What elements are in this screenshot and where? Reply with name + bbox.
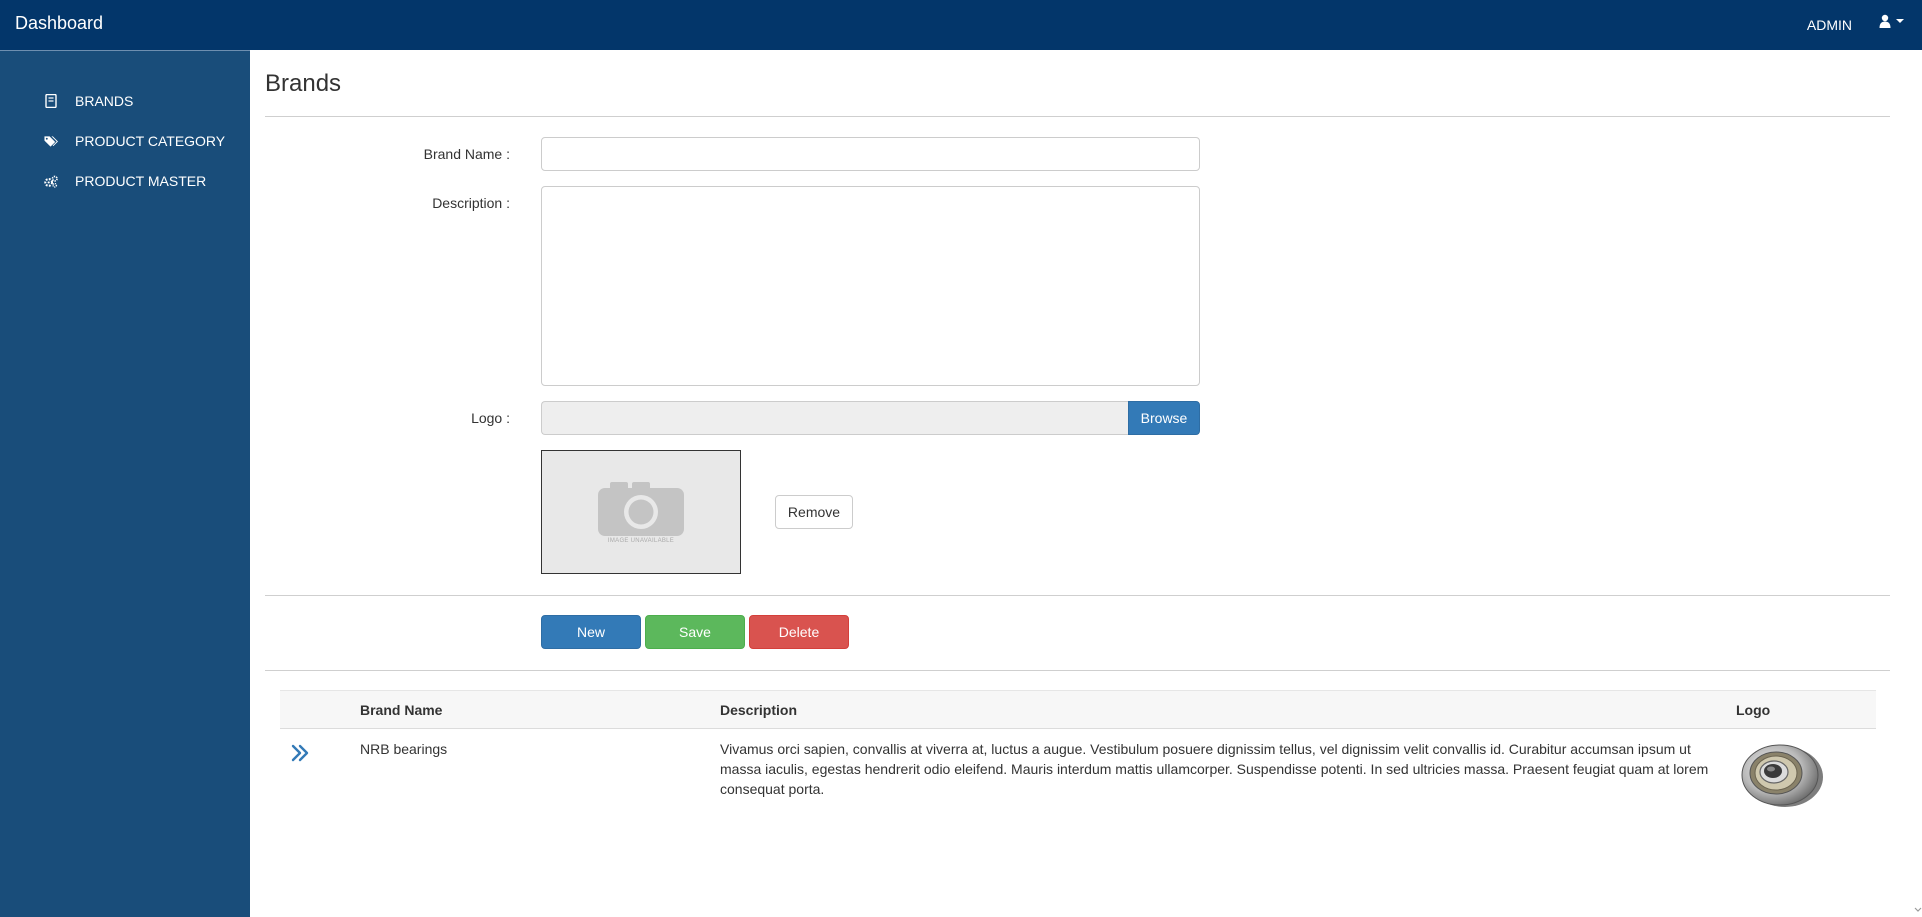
logo-file-input[interactable] [541, 401, 1128, 435]
remove-button[interactable]: Remove [775, 495, 853, 529]
delete-button[interactable]: Delete [749, 615, 849, 649]
sidebar-item-label: BRANDS [75, 93, 134, 109]
brand-name-input[interactable] [541, 137, 1200, 171]
sidebar-item-label: PRODUCT MASTER [75, 173, 207, 189]
bearing-image [1741, 744, 1823, 807]
main-content: Brands Brand Name : Description : Logo :… [250, 50, 1914, 917]
user-menu-toggle[interactable] [1879, 14, 1904, 28]
column-header-brand-name: Brand Name [350, 690, 710, 729]
description-label: Description : [432, 195, 510, 211]
divider [265, 595, 1890, 596]
top-navbar: Dashboard ADMIN [0, 0, 1922, 50]
new-button[interactable]: New [541, 615, 641, 649]
logo-cell [1726, 729, 1876, 827]
cogs-icon [44, 174, 58, 188]
sidebar-item-product-category[interactable]: PRODUCT CATEGORY [0, 121, 250, 161]
user-icon [1879, 14, 1891, 28]
brand-name-cell: NRB bearings [360, 741, 448, 757]
sidebar: BRANDS PRODUCT CATEGORY PRODUCT MASTER [0, 50, 250, 917]
chevron-down-icon [1896, 19, 1904, 23]
sidebar-item-brands[interactable]: BRANDS [0, 81, 250, 121]
dashboard-link[interactable]: Dashboard [15, 13, 103, 34]
scroll-down-icon[interactable] [1914, 903, 1922, 917]
table-header-row: Brand Name Description Logo [280, 690, 1876, 729]
description-textarea[interactable] [541, 186, 1200, 386]
tags-icon [44, 134, 58, 148]
sidebar-nav: BRANDS PRODUCT CATEGORY PRODUCT MASTER [0, 51, 250, 201]
logo-preview: IMAGE UNAVAILABLE [541, 450, 741, 574]
camera-icon [598, 482, 684, 536]
column-header-description: Description [710, 690, 1726, 729]
brands-table: Brand Name Description Logo NRB bearings… [280, 690, 1876, 826]
table-row[interactable]: NRB bearings Vivamus orci sapien, conval… [280, 729, 1876, 827]
save-button[interactable]: Save [645, 615, 745, 649]
book-icon [44, 94, 58, 108]
divider [265, 116, 1890, 117]
double-chevron-right-icon[interactable] [290, 743, 310, 763]
description-cell: Vivamus orci sapien, convallis at viverr… [720, 741, 1709, 797]
page-title: Brands [265, 70, 342, 97]
brand-name-label: Brand Name : [423, 146, 510, 162]
divider [265, 670, 1890, 671]
sidebar-item-product-master[interactable]: PRODUCT MASTER [0, 161, 250, 201]
sidebar-item-label: PRODUCT CATEGORY [75, 133, 226, 149]
row-select-cell[interactable] [280, 729, 350, 827]
user-name[interactable]: ADMIN [1807, 17, 1852, 33]
column-header-select [280, 690, 350, 729]
logo-label: Logo : [471, 410, 510, 426]
browse-button[interactable]: Browse [1128, 401, 1200, 435]
preview-caption: IMAGE UNAVAILABLE [607, 538, 675, 544]
column-header-logo: Logo [1726, 690, 1876, 729]
